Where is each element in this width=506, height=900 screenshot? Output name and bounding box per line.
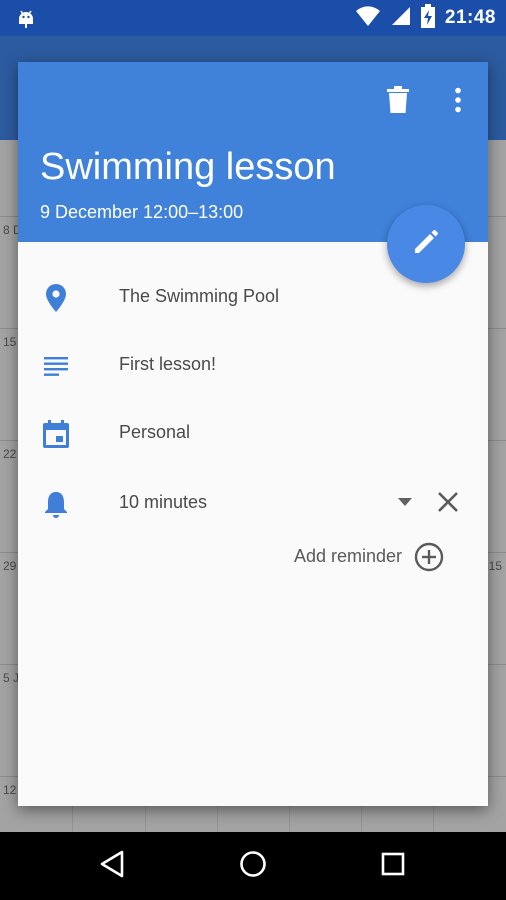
event-title: Swimming lesson (40, 146, 336, 188)
recents-square-icon (381, 852, 405, 881)
week-label: 29 (3, 559, 17, 573)
battery-charging-icon (420, 3, 435, 33)
android-debug-icon (14, 6, 38, 30)
event-datetime: 9 December 12:00–13:00 (40, 202, 244, 222)
reminder-select[interactable]: 10 minutes (119, 492, 207, 513)
bell-icon (42, 490, 70, 518)
event-location: The Swimming Pool (119, 286, 280, 306)
event-detail-dialog: Swimming lesson 9 December 12:00–13:00 T… (18, 62, 488, 806)
close-icon (437, 491, 459, 518)
delete-button[interactable] (378, 82, 418, 122)
back-button[interactable] (94, 848, 130, 884)
remove-reminder-button[interactable] (434, 490, 462, 518)
add-reminder-label: Add reminder (293, 546, 402, 566)
notes-icon (42, 352, 70, 380)
calendar-icon (42, 420, 70, 448)
back-triangle-icon (99, 850, 125, 883)
edit-pencil-icon (412, 228, 440, 261)
chevron-down-icon[interactable] (398, 498, 412, 506)
add-circle-icon (414, 542, 444, 572)
status-time: 21:48 (444, 7, 496, 28)
week-label: 15 (3, 335, 17, 349)
signal-icon (391, 6, 411, 31)
more-vert-icon (454, 87, 462, 118)
delete-icon (386, 85, 410, 119)
reminder-row: 10 minutes (18, 484, 488, 524)
calendar-row: Personal (18, 414, 488, 454)
event-calendar: Personal (119, 422, 191, 442)
event-description: First lesson! (119, 354, 217, 374)
week-label: 22 (3, 447, 17, 461)
location-pin-icon (42, 284, 70, 312)
day-label: 15 (488, 559, 502, 573)
navigation-bar (0, 832, 506, 900)
home-button[interactable] (235, 848, 271, 884)
recents-button[interactable] (375, 848, 411, 884)
location-row[interactable]: The Swimming Pool (18, 278, 488, 318)
week-label: 5 J (3, 671, 20, 685)
week-label: 12 (3, 783, 17, 797)
wifi-icon (355, 5, 381, 32)
status-bar: 21:48 (0, 0, 506, 36)
add-reminder-button[interactable]: Add reminder (294, 540, 468, 574)
description-row: First lesson! (18, 346, 488, 386)
home-circle-icon (239, 850, 267, 883)
edit-event-button[interactable] (387, 205, 465, 283)
more-options-button[interactable] (438, 82, 478, 122)
